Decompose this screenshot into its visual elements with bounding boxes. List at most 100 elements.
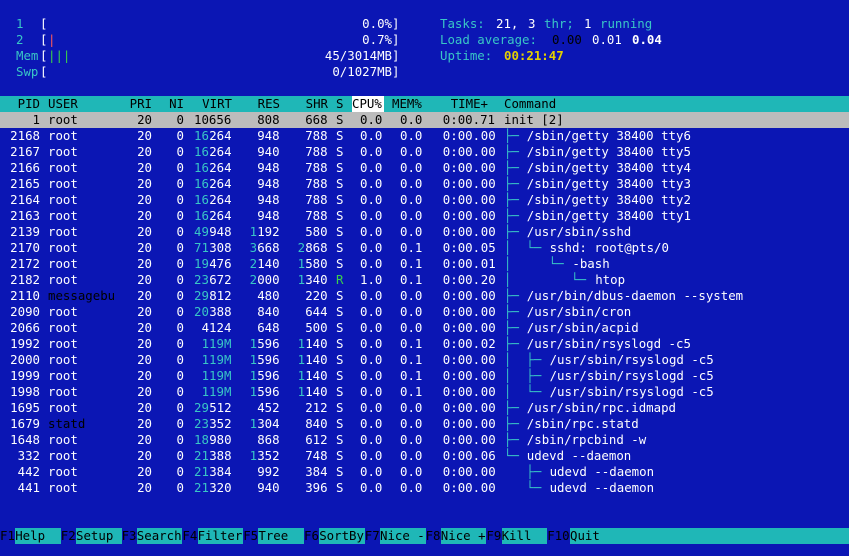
fkey-filter-button[interactable]: Filter (197, 528, 244, 544)
mem-bracket-close: ] (392, 48, 400, 63)
fkey-f10[interactable]: F10 (547, 528, 570, 544)
process-row[interactable]: 2090 root 20 0 20 388 840 644 S 0.0 0.0 0:00. 00 ├─ /… (0, 304, 849, 320)
process-row[interactable]: 2066 root 20 0 4124 648 500 S 0.0 0.0 0:00. 00 ├─ /u… (0, 320, 849, 336)
col-user[interactable]: USER (48, 96, 78, 112)
fkey-f4[interactable]: F4 (182, 528, 198, 544)
swap-bracket-close: ] (392, 64, 400, 79)
fkey-nice-button[interactable]: Nice - (380, 528, 426, 544)
fkey-nice-button[interactable]: Nice + (440, 528, 487, 544)
process-row[interactable]: 1679 statd 20 0 23 352 1 304 840 S 0.0 0.0 0:00. 00 ├─… (0, 416, 849, 432)
command-cell: /sbin/getty 38400 tty6 (526, 128, 691, 143)
shr-lo-cell: 644 (305, 304, 328, 319)
col-pid[interactable]: PID (0, 96, 40, 112)
fkey-f1[interactable]: F1 (0, 528, 16, 544)
col-command[interactable]: Command (504, 96, 556, 112)
col-state[interactable]: S (336, 96, 343, 112)
swap-bracket-open: [ (40, 64, 48, 79)
time-hi-cell: 0:00. (442, 128, 481, 143)
state-cell: S (336, 352, 344, 367)
col-time[interactable]: TIME+ (440, 96, 488, 112)
process-row[interactable]: 2165 root 20 0 16 264 948 788 S 0.0 0.0 0:00. 00 ├─ /… (0, 176, 849, 192)
process-row[interactable]: 2163 root 20 0 16 264 948 788 S 0.0 0.0 0:00. 00 ├─ /… (0, 208, 849, 224)
process-row[interactable]: 1998 root 20 0 119M 1 596 1 140 S 0.0 0.1 0:00. 00 │ └… (0, 384, 849, 400)
swap-label: Swp (16, 64, 39, 79)
process-row[interactable]: 1695 root 20 0 29 512 452 212 S 0.0 0.0 0:00. 00 ├─ /… (0, 400, 849, 416)
pri-cell: 20 (137, 432, 152, 447)
col-mem[interactable]: MEM% (392, 96, 422, 112)
fkey-f2[interactable]: F2 (60, 528, 76, 544)
fkey-f5[interactable]: F5 (243, 528, 259, 544)
process-row[interactable]: 1648 root 20 0 18 980 868 612 S 0.0 0.0 0:00. 00 ├─ /… (0, 432, 849, 448)
fkey-f6[interactable]: F6 (304, 528, 320, 544)
virt-lo-cell: 4124 (201, 320, 232, 335)
process-row[interactable]: 442 root 20 0 21 384 992 384 S 0.0 0.0 0:00. 00 ├─ u… (0, 464, 849, 480)
fkey-help-button[interactable]: Help (15, 528, 61, 544)
time-hi-cell: 0:00. (442, 352, 481, 367)
pid-cell: 2170 (10, 240, 40, 255)
col-ni[interactable]: NI (160, 96, 184, 112)
fkey-kill-button[interactable]: Kill (501, 528, 548, 544)
process-row[interactable]: 1999 root 20 0 119M 1 596 1 140 S 0.0 0.1 0:00. 00 │ ├… (0, 368, 849, 384)
process-row[interactable]: 441 root 20 0 21 320 940 396 S 0.0 0.0 0:00. 00 └─ u… (0, 480, 849, 496)
state-cell: S (336, 448, 344, 463)
command-cell: /sbin/getty 38400 tty5 (526, 144, 691, 159)
fkey-tree-button[interactable]: Tree (258, 528, 304, 544)
process-row[interactable]: 332 root 20 0 21 388 1 352 748 S 0.0 0.0 0:00. 06 └─ u… (0, 448, 849, 464)
col-shr[interactable]: SHR (288, 96, 328, 112)
user-cell: root (48, 128, 78, 143)
pri-cell: 20 (137, 416, 152, 431)
process-row[interactable]: 2182 root 20 0 23 672 2 000 1 340 R 1.0 0.1 0:00. 20 │ … (0, 272, 849, 288)
process-row[interactable]: 2167 root 20 0 16 264 940 788 S 0.0 0.0 0:00. 00 ├─ /… (0, 144, 849, 160)
tree-branch: │ └─ (504, 272, 594, 287)
pri-cell: 20 (137, 224, 152, 239)
ni-cell: 0 (176, 240, 184, 255)
cpu-cell: 0.0 (360, 192, 383, 207)
process-row[interactable]: 2172 root 20 0 19 476 2 140 1 580 S 0.0 0.1 0:00. 01 │ … (0, 256, 849, 272)
time-lo-cell: 00 (480, 480, 496, 495)
process-row[interactable]: 1 root 20 0 10656 808 668 S 0.0 0.0 0:00.71 init [2… (0, 112, 849, 128)
col-virt[interactable]: VIRT (184, 96, 232, 112)
virt-hi-cell: 16 (194, 208, 209, 223)
fkey-f7[interactable]: F7 (364, 528, 380, 544)
process-row[interactable]: 2168 root 20 0 16 264 948 788 S 0.0 0.0 0:00. 00 ├─ /… (0, 128, 849, 144)
time-lo-cell: 00 (480, 352, 496, 367)
col-cpu-sorted[interactable]: CPU% (352, 96, 384, 112)
process-row[interactable]: 2164 root 20 0 16 264 948 788 S 0.0 0.0 0:00. 00 ├─ /… (0, 192, 849, 208)
fkey-f9[interactable]: F9 (486, 528, 502, 544)
fkey-f8[interactable]: F8 (425, 528, 441, 544)
tree-branch: ├─ (504, 304, 527, 319)
time-lo-cell: 00 (480, 128, 496, 143)
fkey-f3[interactable]: F3 (121, 528, 137, 544)
col-res[interactable]: RES (240, 96, 280, 112)
col-pri[interactable]: PRI (120, 96, 152, 112)
process-row[interactable]: 1992 root 20 0 119M 1 596 1 140 S 0.0 0.1 0:00. 02 ├─ … (0, 336, 849, 352)
pri-cell: 20 (137, 160, 152, 175)
fkey-quit-button[interactable]: Quit (570, 528, 849, 544)
cpu1-bracket-open: [ (40, 16, 48, 31)
virt-hi-cell: 16 (194, 176, 209, 191)
process-row[interactable]: 2000 root 20 0 119M 1 596 1 140 S 0.0 0.1 0:00. 00 │ ├… (0, 352, 849, 368)
shr-lo-cell: 788 (305, 160, 328, 175)
process-row[interactable]: 2170 root 20 0 71 308 3 668 2 868 S 0.0 0.1 0:00. 05 │ … (0, 240, 849, 256)
pid-cell: 1992 (10, 336, 40, 351)
fkey-sortby-button[interactable]: SortBy (319, 528, 365, 544)
pid-cell: 2167 (10, 144, 40, 159)
fkey-setup-button[interactable]: Setup (76, 528, 122, 544)
mem-cell: 0.0 (400, 320, 423, 335)
time-hi-cell: 0:00. (442, 256, 481, 271)
shr-lo-cell: 500 (305, 320, 328, 335)
tree-branch: ├─ (504, 192, 527, 207)
process-row[interactable]: 2110 messagebu 20 0 29 812 480 220 S 0.0 0.0 0:00. 0… (0, 288, 849, 304)
res-lo-cell: 868 (257, 432, 280, 447)
ni-cell: 0 (176, 400, 184, 415)
process-row[interactable]: 2139 root 20 0 49 948 1 192 580 S 0.0 0.0 0:00. 00 ├─ … (0, 224, 849, 240)
time-lo-cell: 00 (480, 432, 496, 447)
ni-cell: 0 (176, 224, 184, 239)
pid-cell: 2000 (10, 352, 40, 367)
fkey-search-button[interactable]: Search (136, 528, 183, 544)
process-row[interactable]: 2166 root 20 0 16 264 948 788 S 0.0 0.0 0:00. 00 ├─ /… (0, 160, 849, 176)
time-lo-cell: 00 (480, 320, 496, 335)
cpu-cell: 0.0 (360, 112, 383, 127)
command-cell: /usr/sbin/rsyslogd -c5 (549, 352, 714, 367)
pri-cell: 20 (137, 384, 152, 399)
